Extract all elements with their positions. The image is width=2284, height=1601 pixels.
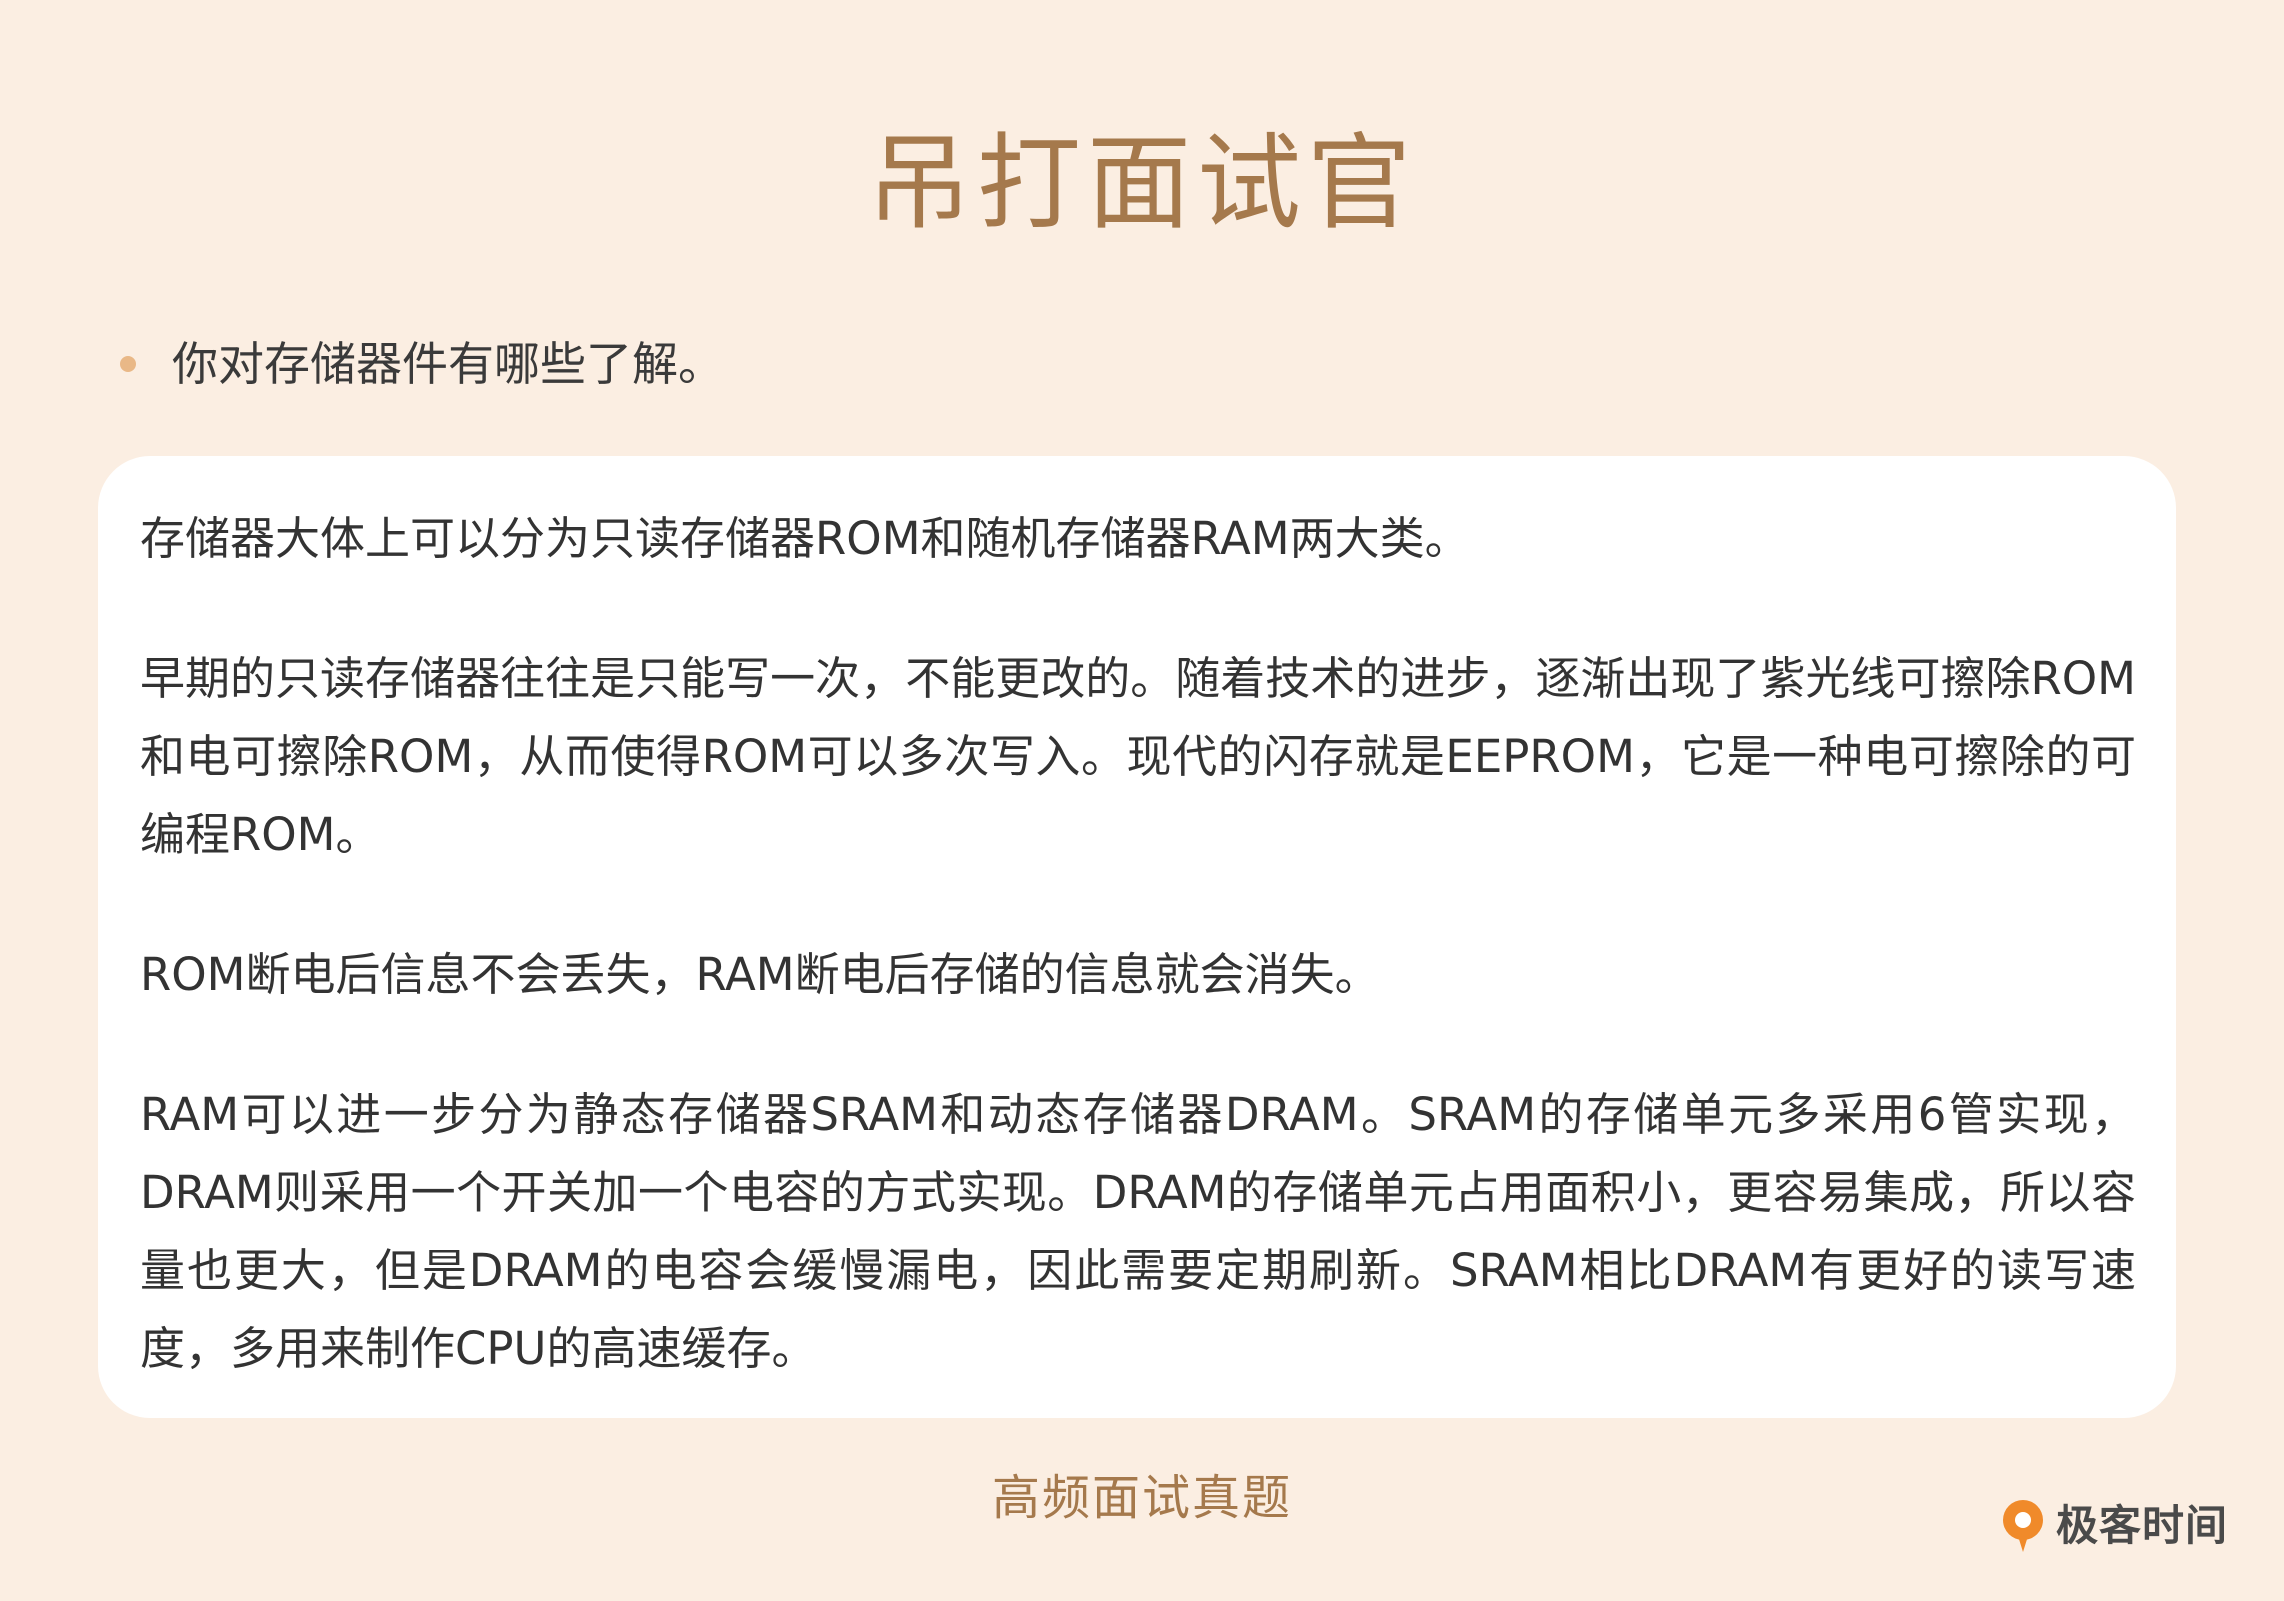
bullet-icon [120,356,136,372]
answer-paragraph: ROM断电后信息不会丢失，RAM断电后存储的信息就会消失。 [140,948,1380,1001]
question-text: 你对存储器件有哪些了解。 [172,337,724,391]
brand-name: 极客时间 [2056,1501,2229,1550]
footer-label: 高频面试真题 [991,1470,1292,1526]
answer-paragraph: 存储器大体上可以分为只读存储器ROM和随机存储器RAM两大类。 [140,512,1470,565]
answer-card: 存储器大体上可以分为只读存储器ROM和随机存储器RAM两大类。 早期的只读存储器… [98,456,2176,1418]
brand-logo: 极客时间 [2000,1496,2228,1556]
answer-paragraph: 早期的只读存储器往往是只能写一次，不能更改的。随着技术的进步，逐渐出现了紫光线可… [140,652,2136,861]
page-title: 吊打面试官 [866,122,1417,244]
question-item: 你对存储器件有哪些了解。 [112,334,724,394]
geektime-logo-icon [2003,1500,2043,1552]
answer-paragraph: RAM可以进一步分为静态存储器SRAM和动态存储器DRAM。SRAM的存储单元多… [140,1088,2136,1375]
